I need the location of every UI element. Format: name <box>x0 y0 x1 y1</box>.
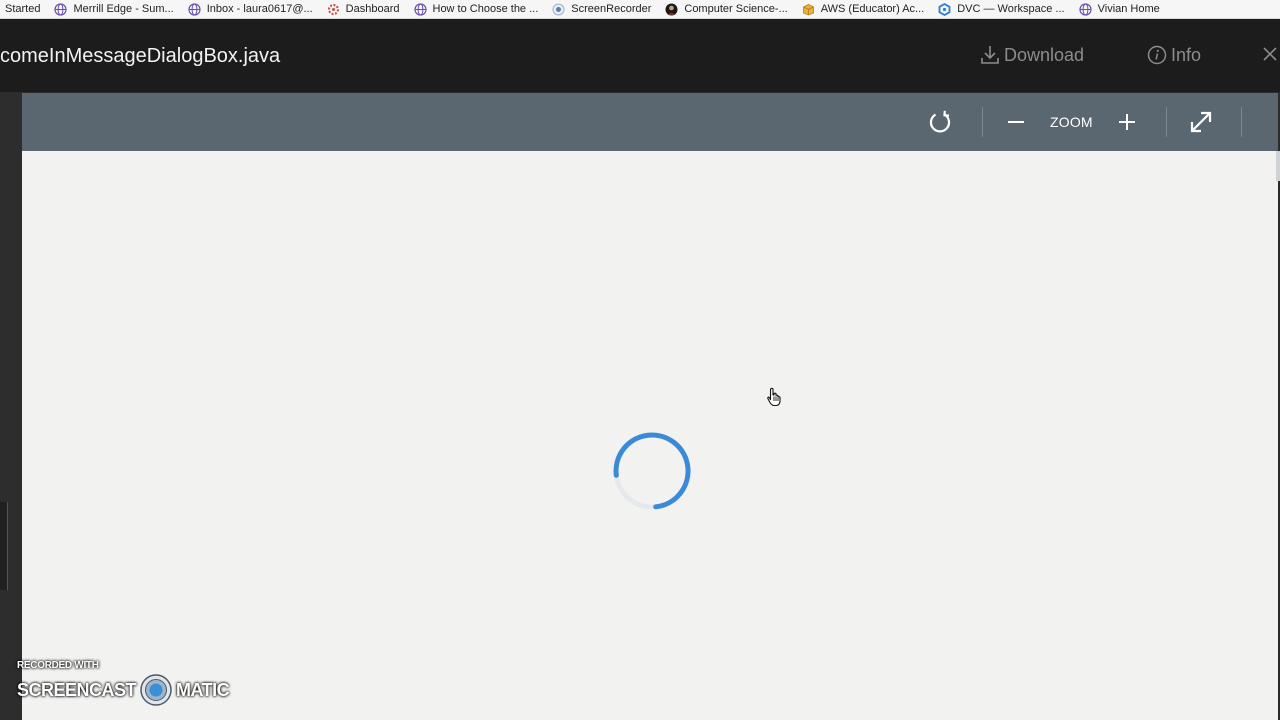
download-icon <box>981 46 999 64</box>
zoom-label: ZOOM <box>1050 114 1093 130</box>
loading-spinner <box>613 432 691 510</box>
close-icon <box>1263 47 1277 61</box>
bookmark-inbox[interactable]: Inbox - laura0617@... <box>182 0 321 18</box>
bookmark-label: Computer Science-... <box>684 3 788 15</box>
screencast-watermark: RECORDED WITH SCREENCAST MATIC <box>17 660 230 706</box>
info-button[interactable]: Info <box>1147 41 1201 69</box>
globe-icon <box>1079 2 1092 16</box>
bookmark-label: AWS (Educator) Ac... <box>820 3 925 15</box>
box-icon <box>802 3 815 16</box>
bookmark-label: DVC — Workspace ... <box>957 3 1065 15</box>
bookmark-label: Inbox - laura0617@... <box>206 3 313 15</box>
screencast-logo-icon <box>140 674 172 706</box>
watermark-left-text: SCREENCAST <box>17 679 137 700</box>
left-panel-edge <box>0 92 22 720</box>
bookmark-vivian-home[interactable]: Vivian Home <box>1073 0 1168 18</box>
toolbar-separator <box>982 107 983 137</box>
bookmark-dvc-workspace[interactable]: DVC — Workspace ... <box>932 0 1072 18</box>
panel-divider <box>0 502 8 590</box>
toolbar-separator <box>1241 107 1242 137</box>
bookmark-label: How to Choose the ... <box>432 3 539 15</box>
bookmark-label: Merrill Edge - Sum... <box>73 3 174 15</box>
record-icon <box>552 3 565 16</box>
bookmark-how-to-choose[interactable]: How to Choose the ... <box>408 0 547 18</box>
info-label: Info <box>1171 45 1202 65</box>
canvas-icon <box>327 3 340 16</box>
rotate-icon <box>929 110 951 133</box>
bookmark-label: ScreenRecorder <box>571 3 652 15</box>
rotate-button[interactable] <box>925 107 955 137</box>
globe-icon <box>188 2 201 16</box>
info-icon <box>1147 45 1167 65</box>
zoom-out-button[interactable] <box>1004 107 1028 137</box>
viewer-toolbar: ZOOM <box>22 93 1278 151</box>
hex-icon <box>938 2 951 16</box>
bookmark-computer-science[interactable]: Computer Science-... <box>659 0 795 18</box>
avatar-icon <box>665 3 678 16</box>
bookmarks-bar: Started Merrill Edge - Sum... Inbox - la… <box>0 0 1280 19</box>
zoom-in-button[interactable] <box>1115 107 1139 137</box>
bookmark-merrill-edge[interactable]: Merrill Edge - Sum... <box>48 0 181 18</box>
bookmark-label: Started <box>5 3 41 15</box>
bookmark-dashboard[interactable]: Dashboard <box>321 0 408 18</box>
globe-icon <box>413 2 427 16</box>
watermark-caption: RECORDED WITH <box>17 660 99 671</box>
expand-icon <box>1190 111 1212 133</box>
plus-icon <box>1119 114 1135 130</box>
close-button[interactable] <box>1262 46 1280 62</box>
watermark-right-text: MATIC <box>176 679 230 700</box>
download-button[interactable]: Download <box>980 41 1084 69</box>
document-preview-area <box>22 151 1278 720</box>
bookmark-aws-educator[interactable]: AWS (Educator) Ac... <box>796 0 933 18</box>
scrollbar-track[interactable] <box>1276 151 1280 181</box>
bookmark-started[interactable]: Started <box>0 0 48 18</box>
minus-icon <box>1008 121 1024 123</box>
fullscreen-button[interactable] <box>1187 107 1215 137</box>
bookmark-label: Vivian Home <box>1097 3 1160 15</box>
file-viewer-header: comeInMessageDialogBox.java Download Inf… <box>0 19 1280 92</box>
bookmark-screenrecorder[interactable]: ScreenRecorder <box>546 0 659 18</box>
hand-cursor-icon <box>767 387 781 407</box>
bookmark-label: Dashboard <box>345 3 400 15</box>
file-title: comeInMessageDialogBox.java <box>0 45 281 67</box>
globe-icon <box>54 2 68 16</box>
download-label: Download <box>1004 45 1085 65</box>
toolbar-separator <box>1166 107 1167 137</box>
